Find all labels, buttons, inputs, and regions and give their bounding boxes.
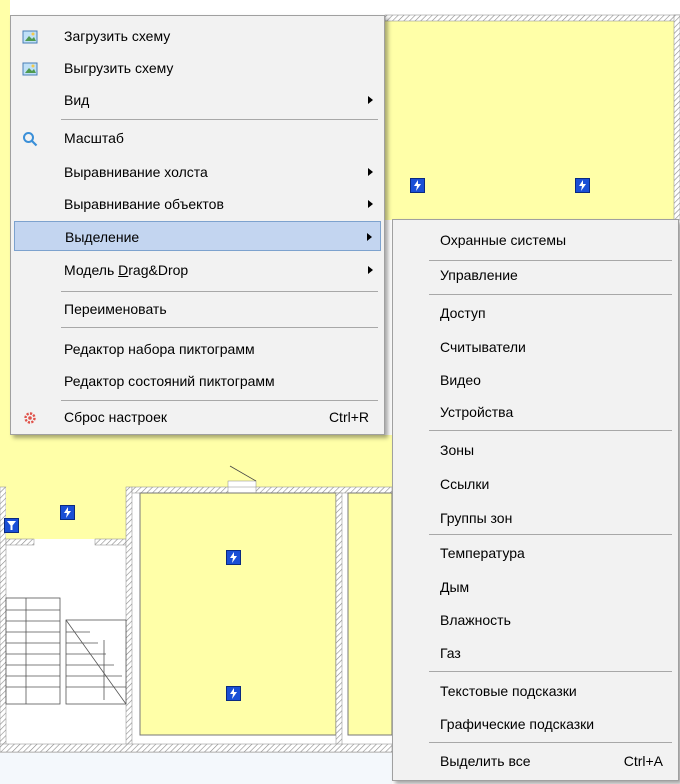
menu-separator	[429, 294, 672, 295]
submenu-arrow-icon	[368, 168, 373, 176]
submenu-item-humidity[interactable]: Влажность	[396, 605, 675, 635]
submenu-item-gas[interactable]: Газ	[396, 638, 675, 668]
submenu-item-links[interactable]: Ссылки	[396, 469, 675, 499]
upload-image-icon	[22, 29, 38, 45]
menu-item-icon-state-editor[interactable]: Редактор состояний пиктограмм	[14, 366, 381, 396]
submenu-arrow-icon	[368, 96, 373, 104]
submenu-item-security-systems[interactable]: Охранные системы	[396, 225, 675, 255]
submenu-item-zone-groups[interactable]: Группы зон	[396, 503, 675, 533]
menu-separator	[61, 119, 378, 120]
submenu-arrow-icon	[368, 200, 373, 208]
submenu-item-zones[interactable]: Зоны	[396, 435, 675, 465]
menu-item-zoom[interactable]: Масштаб	[14, 123, 381, 153]
menu-separator	[61, 291, 378, 292]
status-strip	[0, 752, 392, 784]
submenu-arrow-icon	[367, 233, 372, 241]
reader-icon[interactable]	[4, 518, 19, 533]
menu-separator	[429, 742, 672, 743]
magnifier-icon	[22, 131, 38, 147]
menu-item-canvas-alignment[interactable]: Выравнивание холста	[14, 157, 381, 187]
submenu-item-readers[interactable]: Считыватели	[396, 332, 675, 362]
sensor-icon[interactable]	[410, 178, 425, 193]
menu-item-view[interactable]: Вид	[14, 85, 381, 115]
menu-item-load-scheme[interactable]: Загрузить схему	[14, 21, 381, 51]
menu-separator	[61, 400, 378, 401]
submenu-item-temperature[interactable]: Температура	[396, 538, 675, 568]
menu-separator	[429, 671, 672, 672]
submenu-item-smoke[interactable]: Дым	[396, 572, 675, 602]
sensor-icon[interactable]	[60, 505, 75, 520]
menu-separator	[61, 327, 378, 328]
menu-item-rename[interactable]: Переименовать	[14, 294, 381, 324]
submenu-item-video[interactable]: Видео	[396, 365, 675, 395]
menu-item-drag-drop-model[interactable]: Модель Drag&Drop	[14, 255, 381, 285]
gear-icon	[22, 410, 38, 426]
submenu-item-devices[interactable]: Устройства	[396, 397, 675, 427]
submenu-item-access[interactable]: Доступ	[396, 298, 675, 328]
sensor-icon[interactable]	[575, 178, 590, 193]
menu-separator	[429, 534, 672, 535]
menu-item-reset-settings[interactable]: Сброс настроек Ctrl+R	[14, 402, 381, 432]
selection-submenu: Охранные системы Управление Доступ Считы…	[392, 219, 679, 781]
menu-item-selection[interactable]: Выделение	[14, 221, 381, 251]
submenu-item-select-all[interactable]: Выделить все Ctrl+A	[396, 746, 675, 776]
menu-item-icon-set-editor[interactable]: Редактор набора пиктограмм	[14, 334, 381, 364]
submenu-item-text-hints[interactable]: Текстовые подсказки	[396, 676, 675, 706]
submenu-item-graphic-hints[interactable]: Графические подсказки	[396, 709, 675, 739]
menu-item-export-scheme[interactable]: Выгрузить схему	[14, 53, 381, 83]
submenu-item-control[interactable]: Управление	[396, 260, 675, 290]
sensor-icon[interactable]	[226, 686, 241, 701]
menu-item-object-alignment[interactable]: Выравнивание объектов	[14, 189, 381, 219]
context-menu: Загрузить схему Выгрузить схему Вид Масш…	[10, 15, 385, 435]
download-image-icon	[22, 61, 38, 77]
menu-separator	[429, 430, 672, 431]
submenu-arrow-icon	[368, 266, 373, 274]
sensor-icon[interactable]	[226, 550, 241, 565]
